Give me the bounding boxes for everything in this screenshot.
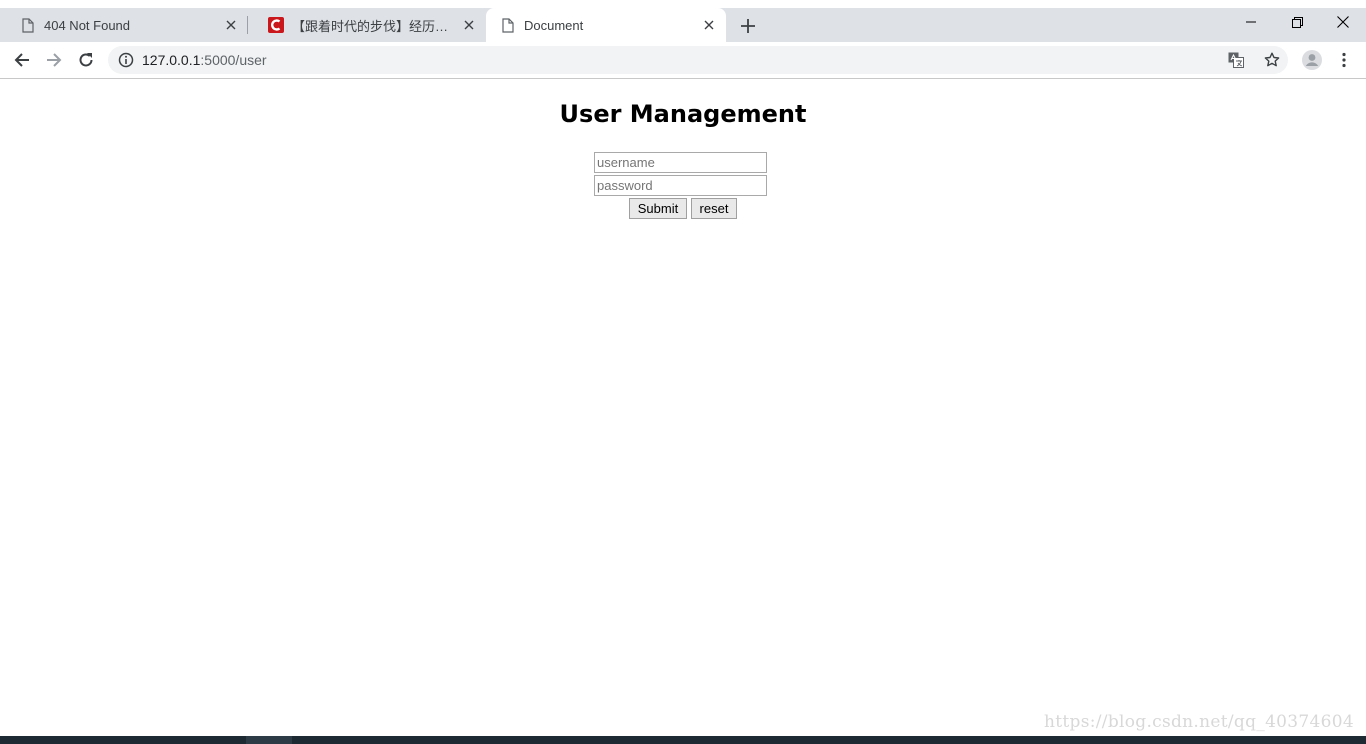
watermark: https://blog.csdn.net/qq_40374604 bbox=[1044, 712, 1354, 732]
reset-button[interactable]: reset bbox=[691, 198, 737, 219]
restore-icon bbox=[1291, 16, 1303, 28]
translate-icon bbox=[1228, 52, 1244, 68]
new-tab-button[interactable] bbox=[736, 14, 760, 38]
password-input[interactable] bbox=[594, 175, 767, 196]
menu-button[interactable] bbox=[1332, 48, 1356, 72]
profile-button[interactable] bbox=[1300, 48, 1324, 72]
avatar-icon bbox=[1302, 50, 1322, 70]
taskbar-segment bbox=[246, 736, 292, 744]
url-path: :5000/user bbox=[200, 52, 267, 68]
address-bar[interactable]: 127.0.0.1:5000/user bbox=[108, 46, 1288, 74]
tab-title: 404 Not Found bbox=[44, 17, 131, 33]
tab-404-not-found[interactable]: 404 Not Found bbox=[0, 8, 248, 42]
close-tab-icon[interactable] bbox=[223, 17, 239, 33]
tab-csdn-blog[interactable]: 【跟着时代的步伐】经历中成长 bbox=[248, 8, 486, 42]
restore-button[interactable] bbox=[1274, 8, 1320, 36]
tab-document[interactable]: Document bbox=[486, 8, 726, 42]
submit-button[interactable]: Submit bbox=[629, 198, 687, 219]
url-host: 127.0.0.1 bbox=[142, 52, 201, 68]
url-text: 127.0.0.1:5000/user bbox=[142, 52, 267, 68]
close-window-button[interactable] bbox=[1320, 8, 1366, 36]
arrow-right-icon bbox=[47, 53, 62, 67]
page-icon bbox=[20, 17, 36, 33]
page-content: User Management Submit reset bbox=[0, 79, 1366, 736]
more-vertical-icon bbox=[1342, 52, 1346, 68]
tab-title: 【跟着时代的步伐】经历中成长 bbox=[292, 18, 461, 34]
tab-strip: 404 Not Found 【跟着时代的步伐】经历中成长 Document bbox=[0, 0, 1366, 42]
tab-title: Document bbox=[524, 17, 584, 33]
back-button[interactable] bbox=[10, 48, 34, 72]
close-tab-icon[interactable] bbox=[701, 17, 717, 33]
minimize-button[interactable] bbox=[1228, 8, 1274, 36]
star-icon bbox=[1264, 52, 1280, 67]
forward-button[interactable] bbox=[42, 48, 66, 72]
browser-toolbar: 127.0.0.1:5000/user bbox=[0, 42, 1366, 78]
page-icon bbox=[500, 17, 516, 33]
reload-icon bbox=[79, 53, 93, 67]
taskbar-strip bbox=[0, 736, 1366, 744]
info-icon[interactable] bbox=[118, 52, 134, 68]
bookmark-button[interactable] bbox=[1260, 48, 1284, 72]
page-title: User Management bbox=[559, 100, 807, 128]
close-tab-icon[interactable] bbox=[461, 17, 477, 33]
reload-button[interactable] bbox=[74, 48, 98, 72]
translate-button[interactable] bbox=[1224, 48, 1248, 72]
csdn-icon bbox=[268, 17, 284, 33]
close-icon bbox=[1337, 16, 1349, 28]
arrow-left-icon bbox=[14, 53, 29, 67]
title-bar-gap bbox=[0, 0, 1366, 8]
minimize-icon bbox=[1246, 21, 1256, 23]
username-input[interactable] bbox=[594, 152, 767, 173]
